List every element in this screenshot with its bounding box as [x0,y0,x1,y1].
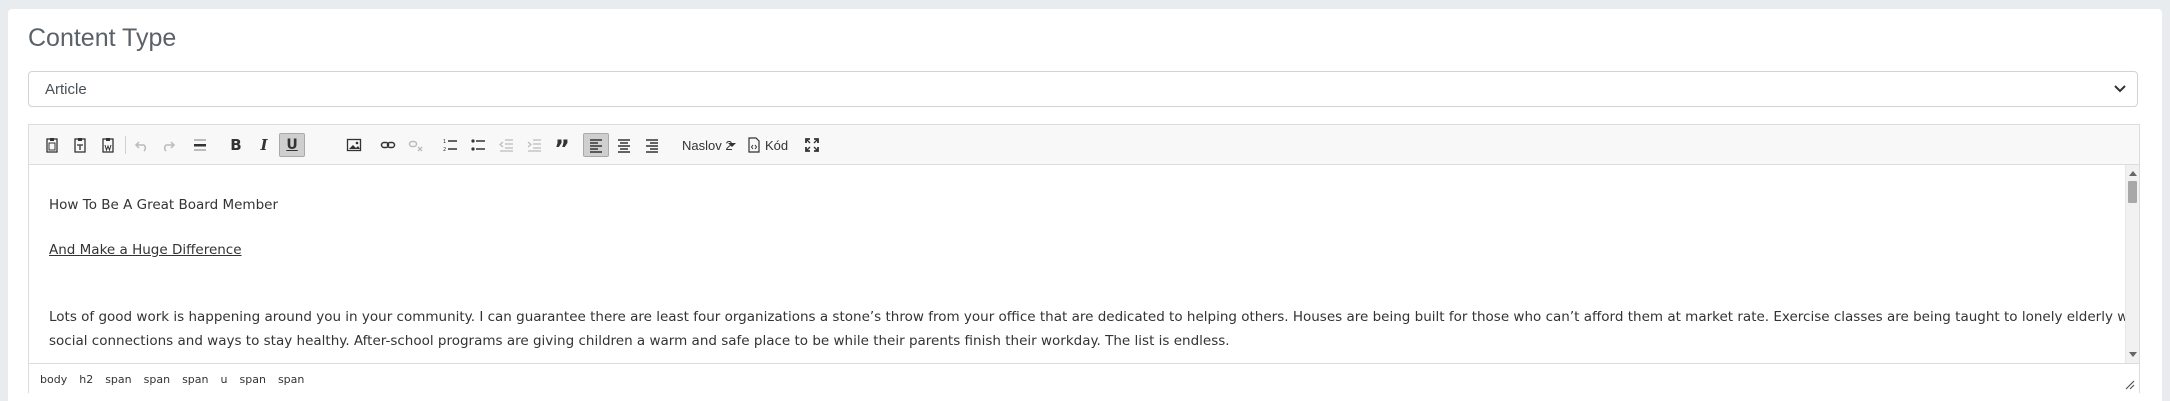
redo-icon[interactable] [155,133,181,157]
svg-text:2: 2 [443,147,446,153]
paragraph-line-2: social connections and ways to stay heal… [49,333,1230,349]
align-left-icon[interactable] [583,133,609,157]
content-type-value: Article [45,81,87,98]
italic-icon[interactable]: I [251,133,277,157]
bold-icon[interactable]: B [223,133,249,157]
editor-content[interactable]: How To Be A Great Board Member And Make … [29,165,2125,363]
format-dropdown[interactable]: Naslov 2 [654,133,742,157]
scrollbar-thumb[interactable] [2128,181,2137,203]
article-heading: How To Be A Great Board Member [49,197,279,213]
path-item[interactable]: body [40,373,67,386]
format-value: Naslov 2 [682,137,733,153]
numbered-list-icon[interactable]: 12 [437,133,463,157]
bulleted-list-icon[interactable] [465,133,491,157]
path-item[interactable]: h2 [79,373,93,386]
undo-icon[interactable] [129,133,155,157]
outdent-icon[interactable] [493,133,519,157]
element-path: body h2 span span span u span span [40,373,304,386]
underline-icon[interactable]: U [279,133,305,157]
editor-statusbar: body h2 span span span u span span [29,363,2139,394]
path-item[interactable]: u [221,373,228,386]
rich-text-editor: B I U 12 ” Naslov 2 Kód How To Be A Grea… [28,124,2140,394]
svg-text:1: 1 [443,139,446,145]
horizontal-rule-icon[interactable] [187,133,213,157]
editor-toolbar: B I U 12 ” Naslov 2 Kód [29,125,2139,165]
paste-icon[interactable] [39,133,65,157]
blockquote-icon[interactable]: ” [549,133,575,163]
content-type-select[interactable]: Article [28,71,2138,107]
paste-text-icon[interactable] [67,133,93,157]
source-code-label: Kód [765,137,789,153]
unlink-icon[interactable] [403,133,429,157]
path-item[interactable]: span [105,373,131,386]
source-file-icon [748,137,760,153]
path-item[interactable]: span [240,373,266,386]
paragraph-line-1: Lots of good work is happening around yo… [49,309,2125,325]
editor-scrollbar[interactable] [2125,165,2139,363]
toolbar-separator [125,136,126,154]
link-icon[interactable] [375,133,401,157]
image-icon[interactable] [341,133,367,157]
caret-down-icon [728,143,736,147]
align-center-icon[interactable] [611,133,637,157]
path-item[interactable]: span [278,373,304,386]
chevron-down-icon [2114,85,2126,93]
content-type-label: Content Type [28,24,177,52]
scroll-down-icon[interactable] [2129,352,2137,357]
article-subheading: And Make a Huge Difference [49,242,242,258]
resize-grip-icon[interactable] [2125,380,2135,390]
indent-icon[interactable] [521,133,547,157]
paste-word-icon[interactable] [95,133,121,157]
maximize-icon[interactable] [799,133,825,157]
scroll-up-icon[interactable] [2129,171,2137,176]
path-item[interactable]: span [182,373,208,386]
path-item[interactable]: span [144,373,170,386]
source-code-button[interactable]: Kód [747,133,788,157]
